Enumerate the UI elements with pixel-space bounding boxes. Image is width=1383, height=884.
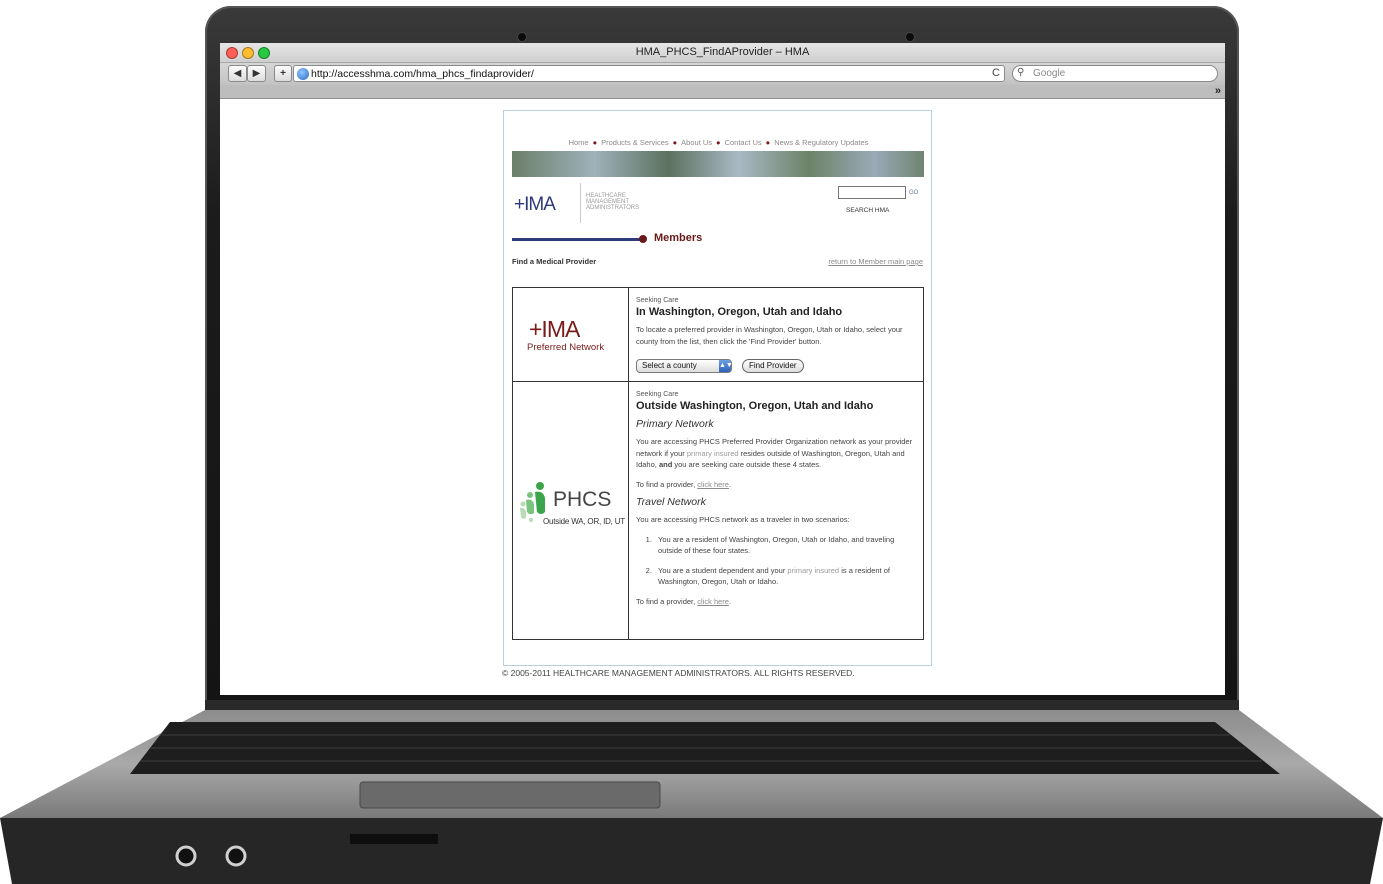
find-provider-button[interactable]: Find Provider [742, 359, 804, 373]
primary-click-here-link[interactable]: click here [697, 480, 729, 489]
provider-table: +IMA Preferred Network Seeking Care In W… [512, 287, 924, 640]
primary-network-title: Primary Network [636, 418, 714, 430]
reload-icon[interactable]: C [992, 67, 1000, 79]
copyright-footer: © 2005-2011 HEALTHCARE MANAGEMENT ADMINI… [502, 668, 855, 678]
card-slot [350, 834, 438, 844]
forest-banner-image [512, 151, 924, 177]
nav-news[interactable]: News & Regulatory Updates [774, 138, 868, 147]
hma-network-row: +IMA Preferred Network Seeking Care In W… [513, 288, 923, 382]
primary-network-description: You are accessing PHCS Preferred Provide… [636, 437, 913, 469]
nav-separator: ● [592, 138, 598, 147]
audio-jack-icon [175, 845, 197, 867]
web-page: Home ● Products & Services ● About Us ● Contac… [503, 110, 932, 666]
site-search-input[interactable] [838, 186, 906, 199]
lid-screw [905, 32, 915, 42]
list-item: You are a student dependent and your pri… [654, 565, 917, 588]
bookmarks-overflow-icon[interactable]: » [1215, 85, 1221, 97]
title-bar: HMA_PHCS_FindAProvider – HMA [220, 43, 1225, 63]
trackpad [359, 781, 661, 809]
section-bullet-icon [639, 235, 647, 243]
forward-button[interactable]: ▶ [247, 65, 266, 82]
primary-insured-link[interactable]: primary insured [687, 449, 739, 458]
county-controls: Select a county ▲▼ Find Provider [636, 355, 917, 373]
hma-preferred-logo: +IMA [529, 316, 580, 342]
phcs-network-content: Seeking Care Outside Washington, Oregon,… [636, 391, 917, 607]
audio-jack-icon [225, 845, 247, 867]
phcs-network-row: PHCS Outside WA, OR, ID, UT Seeking Care… [513, 382, 923, 639]
search-icon: ⚲ [1017, 67, 1025, 78]
travel-network-description: You are accessing PHCS network as a trav… [636, 515, 850, 524]
section-rule [512, 238, 640, 241]
hma-heading: In Washington, Oregon, Utah and Idaho [636, 306, 843, 318]
laptop-scene: HMA_PHCS_FindAProvider – HMA ◀ ▶ + http:… [0, 0, 1383, 884]
select-arrows-icon: ▲▼ [719, 360, 733, 372]
seeking-care-label: Seeking Care [636, 391, 679, 398]
travel-scenarios-list: You are a resident of Washington, Oregon… [636, 534, 917, 588]
section-title: Members [654, 232, 703, 244]
list-item: You are a resident of Washington, Oregon… [654, 534, 917, 557]
site-search-go-button[interactable]: GO [909, 190, 918, 196]
address-bar[interactable]: http://accesshma.com/hma_phcs_findaprovi… [293, 65, 1005, 82]
logo-divider [580, 183, 581, 223]
search-field[interactable]: ⚲ Google [1012, 65, 1218, 82]
return-member-link[interactable]: return to Member main page [828, 257, 923, 266]
browser-window: HMA_PHCS_FindAProvider – HMA ◀ ▶ + http:… [220, 43, 1225, 695]
hma-description: To locate a preferred provider in Washin… [636, 325, 903, 346]
primary-find-provider: To find a provider, click here. [636, 479, 732, 489]
nav-contact[interactable]: Contact Us [725, 138, 762, 147]
hma-preferred-subtitle: Preferred Network [527, 342, 605, 353]
nav-products[interactable]: Products & Services [601, 138, 669, 147]
nav-separator: ● [672, 138, 678, 147]
window-title: HMA_PHCS_FindAProvider – HMA [635, 46, 810, 58]
column-divider [628, 288, 629, 381]
search-placeholder: Google [1033, 68, 1066, 79]
hma-logo[interactable]: +IMA [514, 194, 556, 216]
back-button[interactable]: ◀ [228, 65, 247, 82]
primary-insured-link[interactable]: primary insured [787, 566, 839, 575]
site-search-label: SEARCH HMA [846, 207, 890, 214]
bookmarks-bar: » [220, 85, 1225, 99]
hma-logo-subtitle: HEALTHCARE MANAGEMENT ADMINISTRATORS [586, 193, 640, 211]
plus-icon: + [280, 68, 286, 79]
add-bookmark-button[interactable]: + [274, 65, 292, 82]
front-edge [0, 818, 1383, 884]
nav-separator: ● [765, 138, 771, 147]
laptop-base [0, 700, 1383, 884]
seeking-care-label: Seeking Care [636, 297, 679, 304]
phcs-logo: PHCS [553, 488, 612, 511]
lid-camera [517, 32, 527, 42]
county-select-value: Select a county [642, 361, 697, 370]
hma-network-content: Seeking Care In Washington, Oregon, Utah… [636, 297, 917, 373]
site-nav: Home ● Products & Services ● About Us ● Contac… [504, 138, 933, 147]
travel-click-here-link[interactable]: click here [697, 597, 729, 606]
phcs-logo-subtitle: Outside WA, OR, ID, UT [543, 517, 625, 526]
url-text: http://accesshma.com/hma_phcs_findaprovi… [311, 68, 534, 80]
browser-toolbar: ◀ ▶ + http://accesshma.com/hma_phcs_find… [220, 63, 1225, 85]
county-select[interactable]: Select a county ▲▼ [636, 359, 733, 373]
nav-home[interactable]: Home [569, 138, 589, 147]
back-icon: ◀ [233, 68, 242, 79]
travel-network-title: Travel Network [636, 496, 706, 508]
page-title: Find a Medical Provider [512, 257, 597, 266]
globe-icon [297, 68, 309, 80]
travel-find-provider: To find a provider, click here. [636, 596, 732, 606]
nav-about[interactable]: About Us [681, 138, 712, 147]
nav-separator: ● [716, 138, 721, 147]
forward-icon: ▶ [252, 68, 261, 79]
column-divider [628, 382, 629, 639]
phcs-heading: Outside Washington, Oregon, Utah and Ida… [636, 400, 874, 412]
